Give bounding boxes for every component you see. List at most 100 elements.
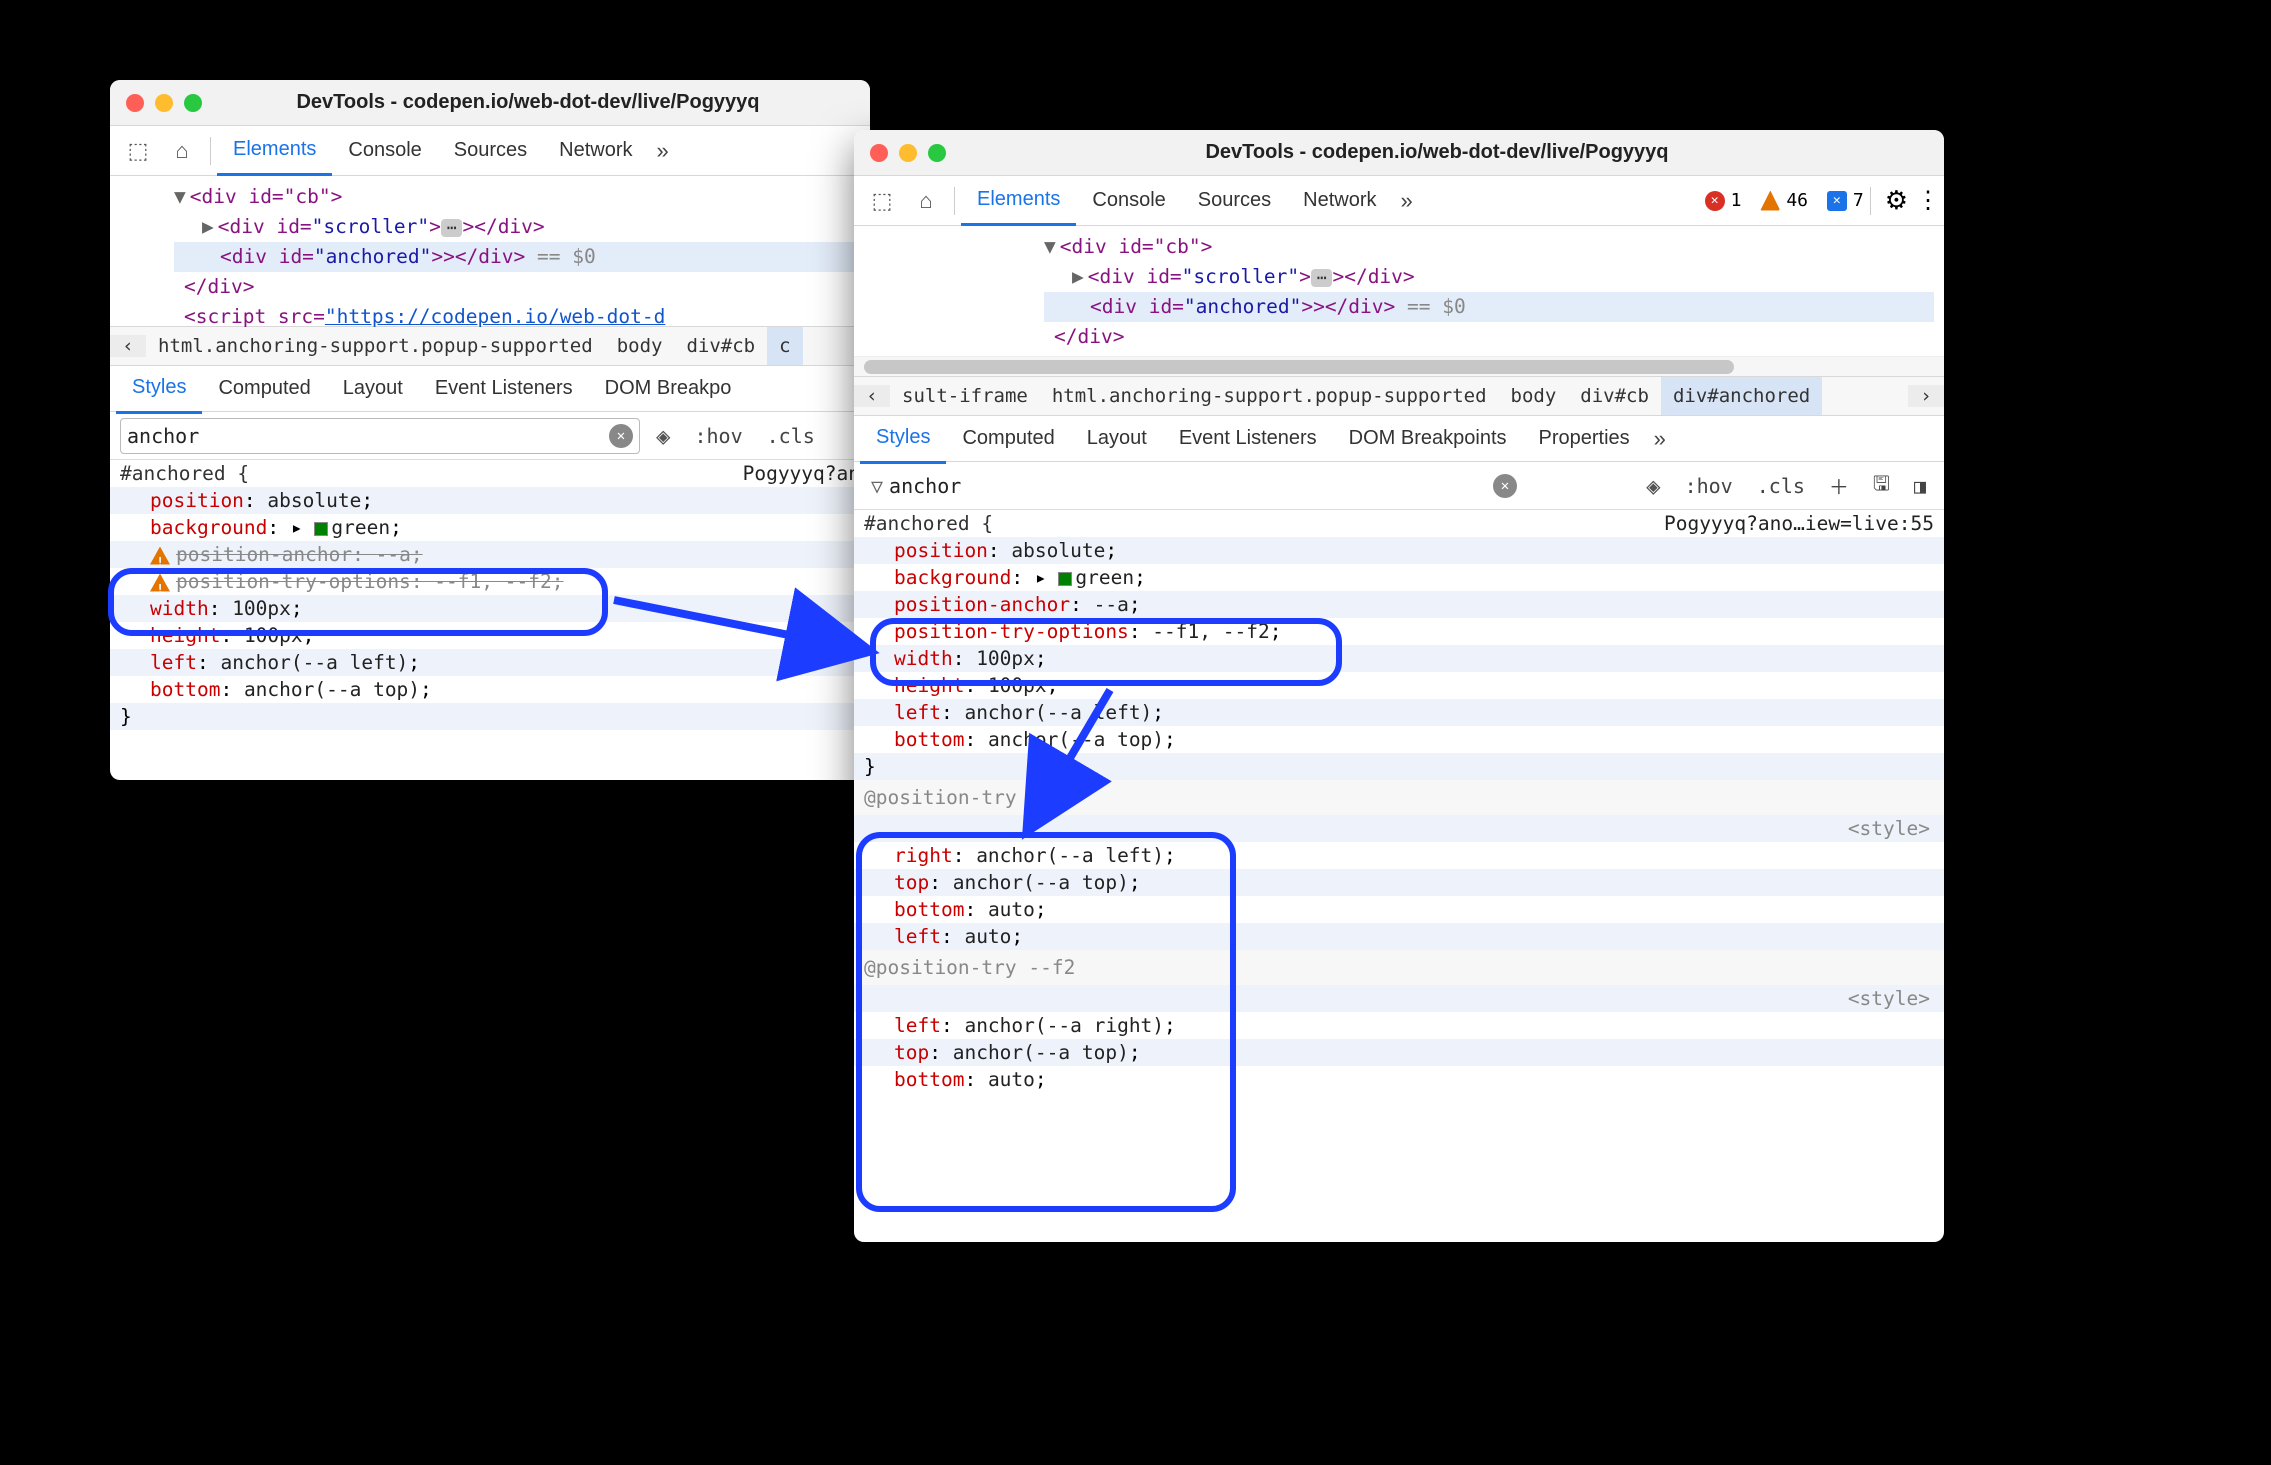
- kebab-menu-icon[interactable]: ⋮: [1916, 186, 1938, 215]
- styles-filter-row: ✕ ◈ :hov .cls: [110, 412, 870, 460]
- minimize-icon[interactable]: [899, 144, 917, 162]
- main-tabs: ⬚ ⌂ Elements Console Sources Network » ✕…: [854, 176, 1944, 226]
- crumb-next[interactable]: ›: [1908, 385, 1944, 407]
- device-toggle-icon[interactable]: ⌂: [904, 188, 948, 214]
- crumb-html[interactable]: html.anchoring-support.popup-supported: [146, 327, 605, 365]
- zoom-icon[interactable]: [928, 144, 946, 162]
- tab-sources[interactable]: Sources: [438, 126, 543, 176]
- tab-computed[interactable]: Computed: [946, 414, 1070, 464]
- css-selector[interactable]: #anchored {: [120, 460, 249, 487]
- color-swatch-icon[interactable]: [314, 522, 328, 536]
- styles-pane[interactable]: #anchored {Pogyyyq?an position: absolute…: [110, 460, 870, 730]
- filter-input-wrap[interactable]: ▽ ✕: [864, 468, 1524, 504]
- crumb-divcb[interactable]: div#cb: [1568, 377, 1661, 415]
- new-rule-icon[interactable]: ＋: [1821, 471, 1857, 500]
- close-icon[interactable]: [126, 94, 144, 112]
- tab-elements[interactable]: Elements: [217, 126, 332, 176]
- tab-sources[interactable]: Sources: [1182, 176, 1287, 226]
- clear-filter-icon[interactable]: ✕: [609, 424, 633, 448]
- tab-event-listeners[interactable]: Event Listeners: [419, 364, 589, 414]
- dom-node-selected[interactable]: <div id="anchored">></div> == $0: [174, 242, 860, 272]
- issue-badges[interactable]: ✕1 46 ✕7: [1705, 190, 1864, 211]
- dom-tree[interactable]: ▼<div id="cb"> ▶<div id="scroller">⋯></d…: [854, 226, 1944, 356]
- filter-icon: ▽: [871, 474, 883, 498]
- tab-console[interactable]: Console: [332, 126, 437, 176]
- filter-input-wrap[interactable]: ✕: [120, 418, 640, 454]
- cls-toggle[interactable]: .cls: [1749, 474, 1813, 498]
- styles-tabbar: Styles Computed Layout Event Listeners D…: [110, 366, 870, 412]
- main-tabs: ⬚ ⌂ Elements Console Sources Network »: [110, 126, 870, 176]
- close-icon[interactable]: [870, 144, 888, 162]
- tab-styles[interactable]: Styles: [860, 414, 946, 464]
- cls-toggle[interactable]: .cls: [759, 424, 823, 448]
- filter-input[interactable]: [127, 424, 609, 448]
- horizontal-scrollbar[interactable]: [854, 356, 1944, 376]
- source-link[interactable]: Pogyyyq?an: [743, 460, 860, 487]
- devtools-window-before: DevTools - codepen.io/web-dot-dev/live/P…: [110, 80, 870, 780]
- devtools-window-after: DevTools - codepen.io/web-dot-dev/live/P…: [854, 130, 1944, 1242]
- more-tabs-icon[interactable]: »: [649, 138, 677, 164]
- titlebar[interactable]: DevTools - codepen.io/web-dot-dev/live/P…: [110, 80, 870, 126]
- tab-network[interactable]: Network: [1287, 176, 1392, 226]
- ellipsis-icon[interactable]: ⋯: [441, 219, 463, 237]
- tab-layout[interactable]: Layout: [1071, 414, 1163, 464]
- hov-toggle[interactable]: :hov: [686, 424, 750, 448]
- dom-node[interactable]: <div id="cb">: [1060, 235, 1213, 258]
- layers-icon[interactable]: ◈: [1638, 472, 1668, 500]
- tab-event-listeners[interactable]: Event Listeners: [1163, 414, 1333, 464]
- tab-styles[interactable]: Styles: [116, 364, 202, 414]
- style-source-link[interactable]: <style>: [854, 815, 1944, 842]
- tab-dom-breakpoints[interactable]: DOM Breakpo: [589, 364, 748, 414]
- gear-icon[interactable]: ⚙: [1885, 185, 1908, 216]
- device-toggle-icon[interactable]: ⌂: [160, 138, 204, 164]
- window-title: DevTools - codepen.io/web-dot-dev/live/P…: [946, 141, 1928, 164]
- sidebar-toggle-icon[interactable]: ◨: [1906, 474, 1934, 498]
- crumb-prev[interactable]: ‹: [110, 335, 146, 357]
- crumb-divcb[interactable]: div#cb: [674, 327, 767, 365]
- crumb-current[interactable]: div#anchored: [1661, 377, 1822, 415]
- hov-toggle[interactable]: :hov: [1677, 474, 1741, 498]
- warning-icon: [150, 574, 170, 592]
- dom-node[interactable]: <div id="cb">: [190, 185, 343, 208]
- more-subtabs-icon[interactable]: »: [1646, 426, 1674, 452]
- warning-icon: [1760, 191, 1780, 211]
- crumb-prev[interactable]: ‹: [854, 385, 890, 407]
- styles-filter-row: ▽ ✕ ◈ :hov .cls ＋ 🖫 ◨: [854, 462, 1944, 510]
- position-try-rule-header[interactable]: @position-try --f2: [854, 950, 1944, 985]
- filter-input[interactable]: [889, 474, 1493, 498]
- style-source-link[interactable]: <style>: [854, 985, 1944, 1012]
- tab-layout[interactable]: Layout: [327, 364, 419, 414]
- computed-toggle-icon[interactable]: 🖫: [1865, 469, 1898, 503]
- inspect-icon[interactable]: ⬚: [860, 188, 904, 214]
- tab-properties[interactable]: Properties: [1523, 414, 1646, 464]
- crumb-current[interactable]: c: [767, 327, 802, 365]
- tab-console[interactable]: Console: [1076, 176, 1181, 226]
- styles-pane[interactable]: #anchored {Pogyyyq?ano…iew=live:55 posit…: [854, 510, 1944, 1093]
- inspect-icon[interactable]: ⬚: [116, 138, 160, 164]
- info-icon: ✕: [1827, 191, 1847, 211]
- dom-node-selected[interactable]: <div id="anchored">></div> == $0: [1044, 292, 1934, 322]
- crumb-iframe[interactable]: sult-iframe: [890, 377, 1040, 415]
- source-link[interactable]: Pogyyyq?ano…iew=live:55: [1664, 510, 1934, 537]
- css-selector[interactable]: #anchored {: [864, 510, 993, 537]
- titlebar[interactable]: DevTools - codepen.io/web-dot-dev/live/P…: [854, 130, 1944, 176]
- breadcrumb[interactable]: ‹ html.anchoring-support.popup-supported…: [110, 326, 870, 366]
- layers-icon[interactable]: ◈: [648, 422, 678, 450]
- crumb-html[interactable]: html.anchoring-support.popup-supported: [1040, 377, 1499, 415]
- crumb-body[interactable]: body: [605, 327, 675, 365]
- tab-elements[interactable]: Elements: [961, 176, 1076, 226]
- clear-filter-icon[interactable]: ✕: [1493, 474, 1517, 498]
- ellipsis-icon[interactable]: ⋯: [1311, 269, 1333, 287]
- tab-network[interactable]: Network: [543, 126, 648, 176]
- tab-dom-breakpoints[interactable]: DOM Breakpoints: [1333, 414, 1523, 464]
- dom-tree[interactable]: ⋯ ▼<div id="cb"> ▶<div id="scroller">⋯><…: [110, 176, 870, 326]
- position-try-rule-header[interactable]: @position-try --f1: [854, 780, 1944, 815]
- color-swatch-icon[interactable]: [1058, 572, 1072, 586]
- more-tabs-icon[interactable]: »: [1393, 188, 1421, 214]
- minimize-icon[interactable]: [155, 94, 173, 112]
- crumb-body[interactable]: body: [1499, 377, 1569, 415]
- zoom-icon[interactable]: [184, 94, 202, 112]
- warning-icon: [150, 547, 170, 565]
- breadcrumb[interactable]: ‹ sult-iframe html.anchoring-support.pop…: [854, 376, 1944, 416]
- tab-computed[interactable]: Computed: [202, 364, 326, 414]
